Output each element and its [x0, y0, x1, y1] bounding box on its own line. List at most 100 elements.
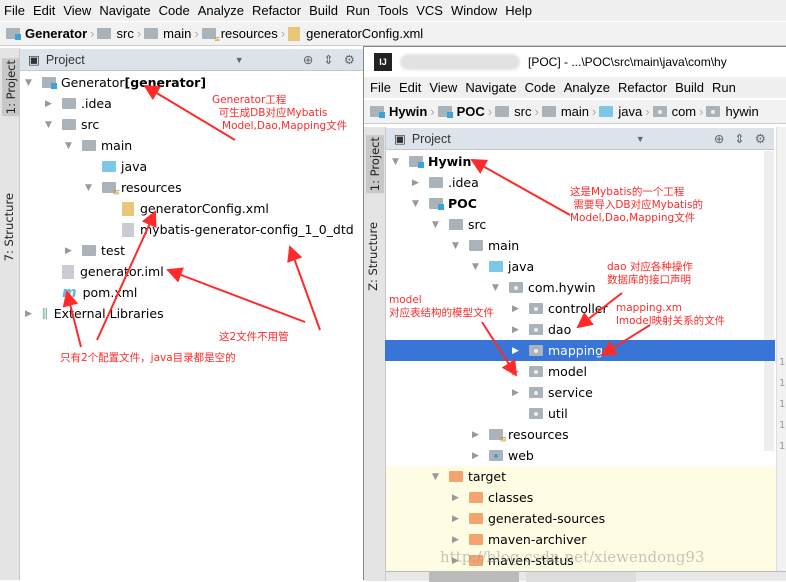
tree-item[interactable]: ▶ test	[20, 240, 363, 261]
menu-edit[interactable]: Edit	[29, 3, 59, 18]
tab-project[interactable]: 1: Project	[366, 135, 384, 194]
bottom-tab[interactable]	[526, 572, 636, 582]
menu-build[interactable]: Build	[671, 80, 708, 95]
breadcrumb-item[interactable]: hywin	[706, 104, 759, 119]
expanded-arrow-icon[interactable]: ▼	[492, 283, 499, 293]
menu-navigate[interactable]: Navigate	[95, 3, 154, 18]
collapsed-arrow-icon[interactable]: ▶	[512, 346, 519, 356]
collapsed-arrow-icon[interactable]: ▶	[512, 325, 519, 335]
expanded-arrow-icon[interactable]: ▼	[432, 220, 439, 230]
tree-item[interactable]: ▶ resources	[385, 424, 775, 445]
expanded-arrow-icon[interactable]: ▼	[85, 183, 92, 193]
tree-item[interactable]: ▼ Hywin	[385, 151, 775, 172]
collapse-icon[interactable]: ⇕	[323, 52, 333, 67]
tree-item[interactable]: generatorConfig.xml	[20, 198, 363, 219]
expanded-arrow-icon[interactable]: ▼	[432, 472, 439, 482]
menu-refactor[interactable]: Refactor	[248, 3, 305, 18]
tree-item[interactable]: generator.iml	[20, 261, 363, 282]
menu-vcs[interactable]: VCS	[412, 3, 447, 18]
tree-item[interactable]: ▶ generated-sources	[385, 508, 775, 529]
tree-item[interactable]: ▶ ⫼ External Libraries	[20, 303, 363, 324]
tree-item[interactable]: ▼ main	[385, 235, 775, 256]
project-view-selector[interactable]: Project	[412, 132, 451, 146]
breadcrumb-item[interactable]: POC ›	[437, 104, 492, 119]
expanded-arrow-icon[interactable]: ▼	[412, 199, 419, 209]
menu-analyze[interactable]: Analyze	[194, 3, 248, 18]
tree-item[interactable]: ▼ resources	[20, 177, 363, 198]
tab-project[interactable]: 1: Project	[2, 58, 20, 117]
tree-item[interactable]: ▶ classes	[385, 487, 775, 508]
expanded-arrow-icon[interactable]: ▼	[45, 120, 52, 130]
collapsed-arrow-icon[interactable]: ▶	[25, 309, 32, 319]
collapsed-arrow-icon[interactable]: ▶	[512, 304, 519, 314]
menu-build[interactable]: Build	[305, 3, 342, 18]
collapsed-arrow-icon[interactable]: ▶	[512, 388, 519, 398]
collapsed-arrow-icon[interactable]: ▶	[45, 99, 52, 109]
breadcrumb-item[interactable]: Generator ›	[6, 26, 94, 41]
expanded-arrow-icon[interactable]: ▼	[452, 241, 459, 251]
menu-view[interactable]: View	[59, 3, 95, 18]
locate-icon[interactable]: ⊕	[714, 131, 724, 146]
menu-file[interactable]: File	[0, 3, 29, 18]
breadcrumb-item[interactable]: src ›	[495, 104, 539, 119]
menu-code[interactable]: Code	[521, 80, 560, 95]
menu-view[interactable]: View	[425, 80, 461, 95]
breadcrumb-item[interactable]: main ›	[541, 104, 596, 119]
breadcrumb-item[interactable]: resources›	[201, 26, 285, 44]
collapse-icon[interactable]: ⇕	[734, 131, 744, 146]
gear-icon[interactable]: ⚙	[344, 52, 355, 67]
tree-item[interactable]: ▶ model	[385, 361, 775, 382]
menu-refactor[interactable]: Refactor	[614, 80, 671, 95]
tree-item[interactable]: ▶ service	[385, 382, 775, 403]
gear-icon[interactable]: ⚙	[755, 131, 766, 146]
menu-window[interactable]: Window	[447, 3, 501, 18]
collapsed-arrow-icon[interactable]: ▶	[512, 367, 519, 377]
tree-item[interactable]: util	[385, 403, 775, 424]
line-number: 1	[779, 399, 786, 410]
collapsed-arrow-icon[interactable]: ▶	[452, 493, 459, 503]
menu-run[interactable]: Run	[708, 80, 740, 95]
collapsed-arrow-icon[interactable]: ▶	[412, 178, 419, 188]
collapsed-arrow-icon[interactable]: ▶	[472, 430, 479, 440]
breadcrumb-item[interactable]: main ›	[144, 26, 199, 41]
breadcrumb-item[interactable]: com ›	[652, 104, 703, 119]
tree-item[interactable]: java	[20, 156, 363, 177]
tree-item[interactable]: ▼ java	[385, 256, 775, 277]
tab-structure[interactable]: Z: Structure	[366, 222, 380, 291]
breadcrumb-item[interactable]: generatorConfig.xml	[288, 26, 423, 41]
chevron-down-icon[interactable]: ▼	[235, 55, 244, 65]
collapsed-arrow-icon[interactable]: ▶	[65, 246, 72, 256]
expanded-arrow-icon[interactable]: ▼	[25, 78, 32, 88]
tree-item[interactable]: ▶ mapping	[385, 340, 775, 361]
tab-structure[interactable]: 7: Structure	[2, 193, 16, 261]
chevron-down-icon[interactable]: ▼	[636, 134, 645, 144]
expanded-arrow-icon[interactable]: ▼	[472, 262, 479, 272]
menu-file[interactable]: File	[366, 80, 395, 95]
tree-item[interactable]: ▶ maven-archiver	[385, 529, 775, 550]
tree-item[interactable]: ▶ web	[385, 445, 775, 466]
tree-item[interactable]: ▼ target	[385, 466, 775, 487]
locate-icon[interactable]: ⊕	[303, 52, 313, 67]
project-view-selector[interactable]: Project	[46, 53, 85, 67]
tree-item[interactable]: ▼ Generator [generator]	[20, 72, 363, 93]
menu-navigate[interactable]: Navigate	[461, 80, 520, 95]
collapsed-arrow-icon[interactable]: ▶	[452, 535, 459, 545]
menu-help[interactable]: Help	[501, 3, 536, 18]
tree-item[interactable]: mybatis-generator-config_1_0_dtd	[20, 219, 363, 240]
menu-tools[interactable]: Tools	[374, 3, 412, 18]
tree-item[interactable]: ▼ main	[20, 135, 363, 156]
menu-edit[interactable]: Edit	[395, 80, 425, 95]
menu-analyze[interactable]: Analyze	[560, 80, 614, 95]
tree-item[interactable]: m pom.xml	[20, 282, 363, 303]
expanded-arrow-icon[interactable]: ▼	[392, 157, 399, 167]
bottom-tab[interactable]	[429, 572, 519, 582]
menu-run[interactable]: Run	[342, 3, 374, 18]
breadcrumb-item[interactable]: Hywin ›	[370, 104, 435, 119]
breadcrumb-item[interactable]: java ›	[599, 104, 650, 119]
collapsed-arrow-icon[interactable]: ▶	[452, 514, 459, 524]
collapsed-arrow-icon[interactable]: ▶	[472, 451, 479, 461]
breadcrumb-item[interactable]: src ›	[97, 26, 141, 41]
package-icon	[529, 387, 543, 398]
menu-code[interactable]: Code	[155, 3, 194, 18]
expanded-arrow-icon[interactable]: ▼	[65, 141, 72, 151]
